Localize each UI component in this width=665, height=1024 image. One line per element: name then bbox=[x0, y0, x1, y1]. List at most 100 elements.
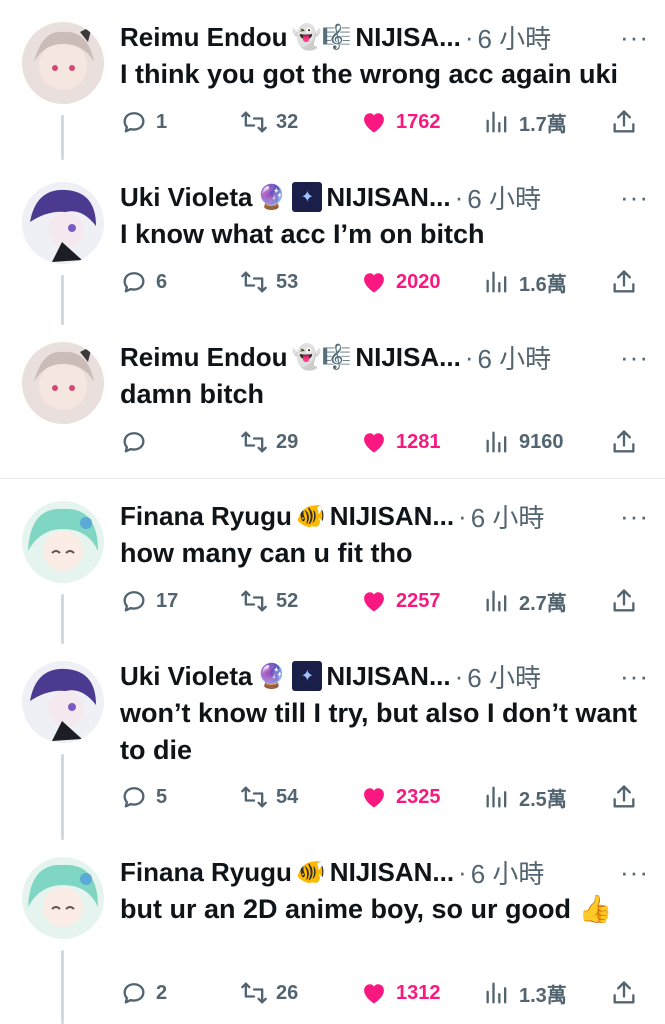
display-name[interactable]: Finana Ryugu bbox=[120, 857, 292, 888]
reply-icon bbox=[123, 787, 145, 808]
retweet-button[interactable]: 32 bbox=[240, 108, 298, 136]
like-count: 2325 bbox=[396, 785, 441, 808]
avatar[interactable] bbox=[22, 661, 104, 743]
heart-filled-icon bbox=[364, 592, 384, 612]
reply-icon bbox=[123, 272, 145, 293]
view-count: 2.7萬 bbox=[519, 592, 567, 615]
share-button[interactable] bbox=[610, 428, 646, 456]
tweet[interactable]: Reimu Endou 👻🎼 NIJISA... · 6 小時 ··· I th… bbox=[0, 0, 665, 160]
reply-button[interactable]: 5 bbox=[120, 783, 167, 811]
more-options-icon[interactable]: ··· bbox=[620, 342, 649, 373]
timestamp[interactable]: 6 小時 bbox=[467, 658, 541, 695]
tweet-text: damn bitch bbox=[120, 379, 265, 409]
tweet-text: I know what acc I’m on bitch bbox=[120, 219, 485, 249]
like-button[interactable]: 1281 bbox=[360, 428, 441, 456]
views-button[interactable]: 1.3萬 bbox=[483, 979, 567, 1008]
display-name[interactable]: Reimu Endou bbox=[120, 342, 288, 373]
heart-filled-icon bbox=[364, 113, 384, 133]
display-name[interactable]: Uki Violeta bbox=[120, 182, 252, 213]
reply-button[interactable]: 6 bbox=[120, 268, 167, 296]
thread-line bbox=[61, 594, 64, 644]
tweet-header: Reimu Endou 👻🎼 NIJISA... · 6 小時 bbox=[120, 18, 649, 56]
avatar[interactable] bbox=[22, 501, 104, 583]
avatar[interactable] bbox=[22, 857, 104, 939]
name-suffix[interactable]: NIJISA... bbox=[355, 22, 460, 53]
avatar[interactable] bbox=[22, 342, 104, 424]
timestamp[interactable]: 6 小時 bbox=[477, 339, 551, 376]
share-button[interactable] bbox=[610, 587, 646, 615]
reply-button[interactable]: 2 bbox=[120, 979, 167, 1007]
avatar[interactable] bbox=[22, 22, 104, 104]
like-button[interactable]: 1762 bbox=[360, 108, 441, 136]
avatar[interactable] bbox=[22, 182, 104, 264]
reply-icon bbox=[123, 983, 145, 1004]
like-button[interactable]: 2020 bbox=[360, 268, 441, 296]
views-button[interactable]: 9160 bbox=[483, 428, 564, 456]
tweet-header: Finana Ryugu 🐠 NIJISAN... · 6 小時 bbox=[120, 853, 649, 891]
retweet-count: 32 bbox=[276, 110, 299, 133]
reply-button[interactable]: 1 bbox=[120, 108, 167, 136]
name-suffix[interactable]: NIJISAN... bbox=[330, 501, 454, 532]
view-count: 1.6萬 bbox=[519, 273, 567, 296]
timestamp[interactable]: 6 小時 bbox=[467, 179, 541, 216]
more-options-icon[interactable]: ··· bbox=[620, 182, 649, 213]
display-name[interactable]: Uki Violeta bbox=[120, 661, 252, 692]
share-button[interactable] bbox=[610, 783, 646, 811]
retweet-button[interactable]: 26 bbox=[240, 979, 298, 1007]
retweet-button[interactable]: 53 bbox=[240, 268, 298, 296]
thread-line bbox=[61, 115, 64, 160]
views-button[interactable]: 2.5萬 bbox=[483, 783, 567, 812]
timestamp[interactable]: 6 小時 bbox=[477, 19, 551, 56]
share-icon bbox=[613, 981, 635, 1004]
retweet-button[interactable]: 52 bbox=[240, 587, 298, 615]
views-chart-icon bbox=[486, 786, 507, 808]
tweet-text: but ur an 2D anime boy, so ur good 👍 bbox=[120, 894, 613, 924]
timestamp[interactable]: 6 小時 bbox=[471, 498, 545, 535]
like-button[interactable]: 1312 bbox=[360, 979, 441, 1007]
name-suffix[interactable]: NIJISA... bbox=[355, 342, 460, 373]
like-button[interactable]: 2325 bbox=[360, 783, 441, 811]
more-options-icon[interactable]: ··· bbox=[620, 661, 649, 692]
like-count: 1281 bbox=[396, 430, 441, 453]
like-count: 1312 bbox=[396, 981, 441, 1004]
tweet[interactable]: Finana Ryugu 🐠 NIJISAN... · 6 小時 ··· how… bbox=[0, 479, 665, 644]
retweet-button[interactable]: 29 bbox=[240, 428, 298, 456]
more-options-icon[interactable]: ··· bbox=[620, 501, 649, 532]
reply-button[interactable] bbox=[120, 428, 156, 456]
retweet-icon bbox=[241, 786, 267, 808]
night-sky-emoji: ✦ bbox=[292, 661, 323, 691]
share-icon bbox=[613, 785, 635, 808]
views-button[interactable]: 2.7萬 bbox=[483, 587, 567, 616]
display-name[interactable]: Reimu Endou bbox=[120, 22, 288, 53]
heart-filled-icon bbox=[364, 984, 384, 1004]
tweet[interactable]: Uki Violeta 🔮 ✦ NIJISAN... · 6 小時 ··· won… bbox=[0, 639, 665, 840]
name-suffix[interactable]: NIJISAN... bbox=[330, 857, 454, 888]
display-name[interactable]: Finana Ryugu bbox=[120, 501, 292, 532]
retweet-count: 53 bbox=[276, 270, 299, 293]
like-button[interactable]: 2257 bbox=[360, 587, 441, 615]
name-suffix[interactable]: NIJISAN... bbox=[326, 182, 450, 213]
share-button[interactable] bbox=[610, 979, 646, 1007]
more-options-icon[interactable]: ··· bbox=[620, 857, 649, 888]
views-button[interactable]: 1.6萬 bbox=[483, 268, 567, 297]
reply-button[interactable]: 17 bbox=[120, 587, 178, 615]
retweet-button[interactable]: 54 bbox=[240, 783, 298, 811]
tweet[interactable]: Uki Violeta 🔮 ✦ NIJISAN... · 6 小時 ··· I k… bbox=[0, 160, 665, 325]
tweet[interactable]: Reimu Endou 👻🎼 NIJISA... · 6 小時 ··· damn… bbox=[0, 320, 665, 478]
name-emoji-badge: 🔮 ✦ bbox=[256, 182, 323, 212]
name-suffix[interactable]: NIJISAN... bbox=[326, 661, 450, 692]
views-button[interactable]: 1.7萬 bbox=[483, 108, 567, 137]
separator-dot: · bbox=[458, 500, 467, 531]
tweet-text: how many can u fit tho bbox=[120, 538, 413, 568]
reply-count: 17 bbox=[156, 589, 179, 612]
name-emoji-badge: 👻🎼 bbox=[291, 343, 352, 371]
action-bar: 6 53 2020 1.6萬 bbox=[120, 264, 649, 300]
share-button[interactable] bbox=[610, 268, 646, 296]
share-button[interactable] bbox=[610, 108, 646, 136]
name-emoji-badge: 🐠 bbox=[295, 502, 326, 530]
retweet-icon bbox=[241, 111, 267, 133]
timestamp[interactable]: 6 小時 bbox=[471, 854, 545, 891]
tweet-text: won’t know till I try, but also I don’t … bbox=[120, 698, 637, 765]
more-options-icon[interactable]: ··· bbox=[620, 22, 649, 53]
tweet[interactable]: Finana Ryugu 🐠 NIJISAN... · 6 小時 ··· but… bbox=[0, 835, 665, 1024]
